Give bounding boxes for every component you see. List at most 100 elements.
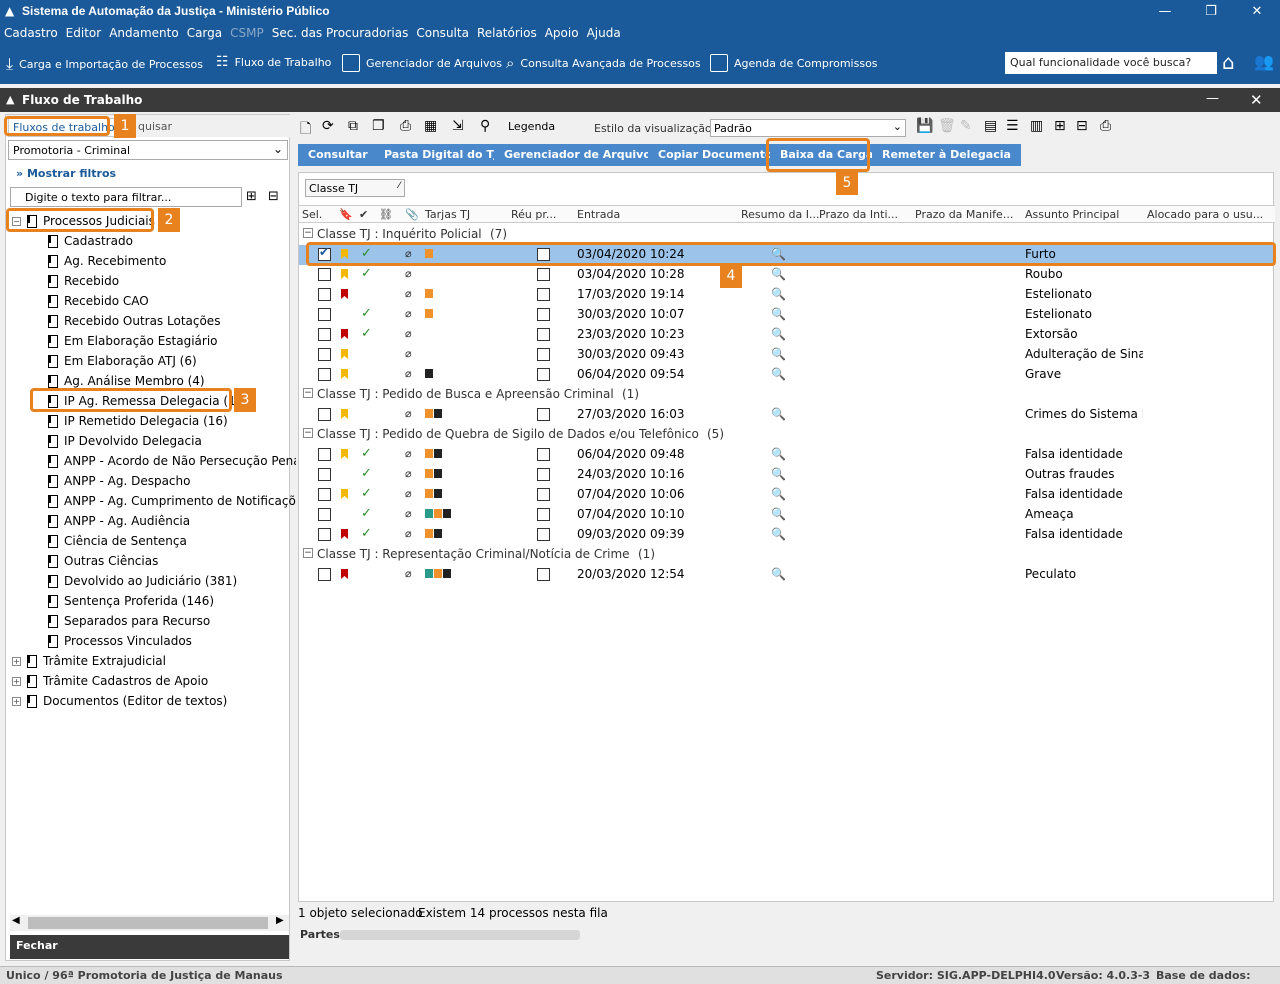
collapse-group-icon[interactable]: − — [303, 388, 313, 398]
tab-pesquisar[interactable]: quisar — [134, 118, 176, 135]
tree-root-item[interactable]: + Trâmite Extrajudicial — [12, 651, 166, 671]
fechar-button[interactable]: Fechar — [10, 935, 289, 959]
magnifier-icon[interactable]: 🔍 — [771, 287, 786, 301]
attachment-icon[interactable]: ⌀ — [405, 407, 412, 420]
columns-icon[interactable]: ▥ — [1030, 118, 1043, 134]
scroll-left-icon[interactable]: ◀ — [12, 915, 20, 926]
tree-item[interactable]: Recebido — [48, 271, 119, 291]
col-reu-preso[interactable]: Réu pr... — [511, 208, 556, 221]
users-icon[interactable]: 👥 — [1254, 52, 1274, 71]
table-row[interactable]: ⌀ 17/03/2020 19:14 🔍 Estelionato — [299, 285, 1275, 305]
bookmark-icon[interactable]: 🔖 — [339, 208, 353, 221]
tree-item[interactable]: IP Remetido Delegacia (16) — [48, 411, 228, 431]
magnifier-icon[interactable]: 🔍 — [771, 307, 786, 321]
tree-item[interactable]: Outras Ciências — [48, 551, 158, 571]
mostrar-filtros-link[interactable]: » Mostrar filtros — [16, 167, 116, 180]
tree-root-item[interactable]: + Documentos (Editor de textos) — [12, 691, 227, 711]
row-select-checkbox[interactable] — [318, 488, 331, 501]
lotacao-select[interactable]: Promotoria - Criminal ⌄ — [8, 140, 288, 160]
table-row[interactable]: ✓ ⌀ 07/04/2020 10:06 🔍 Falsa identidade — [299, 485, 1275, 505]
magnifier-icon[interactable]: 🔍 — [771, 267, 786, 281]
group-row[interactable]: − Classe TJ : Pedido de Busca e Apreensã… — [299, 385, 1275, 405]
tree-icon[interactable]: ⊞ — [1054, 118, 1066, 134]
copiar-documento-button[interactable]: Copiar Documento — [648, 144, 783, 166]
carga-importacao-button[interactable]: ⤓ Carga e Importação de Processos — [6, 54, 203, 74]
tree-item[interactable]: ANPP - Ag. Cumprimento de Notificações — [48, 491, 309, 511]
table-row[interactable]: ✓ ⌀ 24/03/2020 10:16 🔍 Outras fraudes — [299, 465, 1275, 485]
tree-item[interactable]: ANPP - Ag. Audiência — [48, 511, 190, 531]
menu-carga[interactable]: Carga — [183, 24, 226, 42]
tree-item[interactable]: Recebido Outras Lotações — [48, 311, 220, 331]
expand-node-icon[interactable]: + — [12, 676, 21, 686]
gerenciador-arquivos-grid-button[interactable]: Gerenciador de Arquivos — [494, 144, 668, 166]
collapse-group-icon[interactable]: − — [303, 228, 313, 238]
tree-item[interactable]: Ciência de Sentença — [48, 531, 187, 551]
reu-preso-checkbox[interactable] — [537, 408, 550, 421]
restore-icon[interactable]: ❐ — [1196, 2, 1226, 22]
legend-icon[interactable]: ⚲ — [480, 118, 490, 134]
magnifier-icon[interactable]: 🔍 — [771, 567, 786, 581]
attachment-icon[interactable]: ⌀ — [405, 487, 412, 500]
magnifier-icon[interactable]: 🔍 — [771, 467, 786, 481]
remeter-delegacia-button[interactable]: Remeter à Delegacia — [872, 144, 1021, 166]
consultar-button[interactable]: Consultar — [298, 144, 378, 166]
col-prazo-intimacao[interactable]: Prazo da Inti... — [819, 208, 898, 221]
reu-preso-checkbox[interactable] — [537, 528, 550, 541]
attachment-icon[interactable]: ⌀ — [405, 287, 412, 300]
tree-item[interactable]: Separados para Recurso — [48, 611, 210, 631]
tree-filter-input[interactable]: Digite o texto para filtrar... — [10, 187, 242, 207]
flow-icon[interactable]: ⛓ — [379, 208, 393, 221]
fluxo-trabalho-button[interactable]: ☷ Fluxo de Trabalho — [216, 54, 331, 70]
menu-sec-procuradorias[interactable]: Sec. das Procuradorias — [268, 24, 413, 42]
refresh-icon[interactable]: ⟳ — [322, 118, 334, 134]
menu-consulta[interactable]: Consulta — [412, 24, 473, 42]
legenda-label[interactable]: Legenda — [508, 120, 555, 133]
reu-preso-checkbox[interactable] — [537, 568, 550, 581]
row-select-checkbox[interactable] — [318, 468, 331, 481]
row-select-checkbox[interactable] — [318, 368, 331, 381]
magnifier-icon[interactable]: 🔍 — [771, 507, 786, 521]
tree-item[interactable]: Ag. Recebimento — [48, 251, 166, 271]
magnifier-icon[interactable]: 🔍 — [771, 527, 786, 541]
home-icon[interactable]: ⌂ — [1222, 50, 1235, 74]
grid-icon[interactable]: ▦ — [424, 118, 437, 134]
magnifier-icon[interactable]: 🔍 — [771, 327, 786, 341]
menu-apoio[interactable]: Apoio — [541, 24, 583, 42]
magnifier-icon[interactable]: 🔍 — [771, 487, 786, 501]
check-icon[interactable]: ✔ — [359, 208, 368, 221]
group-row[interactable]: − Classe TJ : Representação Criminal/Not… — [299, 545, 1275, 565]
tree-item[interactable]: ANPP - Ag. Despacho — [48, 471, 190, 491]
row-select-checkbox[interactable] — [318, 268, 331, 281]
tree-item[interactable]: Cadastrado — [48, 231, 133, 251]
new-doc-icon[interactable]: 🗋 — [300, 118, 311, 142]
table-row[interactable]: ✓ ⌀ 30/03/2020 10:07 🔍 Estelionato — [299, 305, 1275, 325]
col-assunto[interactable]: Assunto Principal — [1025, 208, 1119, 221]
tree-item[interactable]: Em Elaboração ATJ (6) — [48, 351, 197, 371]
tree-item[interactable]: Sentença Proferida (146) — [48, 591, 214, 611]
col-tarjas[interactable]: Tarjas TJ — [425, 208, 470, 221]
collapse-group-icon[interactable]: − — [303, 428, 313, 438]
collapse-icon[interactable]: ⊟ — [1076, 118, 1088, 134]
row-select-checkbox[interactable] — [318, 328, 331, 341]
tree-horizontal-scrollbar[interactable]: ◀ ▶ — [10, 915, 289, 931]
collapse-group-icon[interactable]: − — [303, 548, 313, 558]
tree-item[interactable]: Recebido CAO — [48, 291, 149, 311]
magnifier-icon[interactable]: 🔍 — [771, 367, 786, 381]
collapse-tree-icon[interactable]: ⊟ — [268, 189, 279, 204]
magnifier-icon[interactable]: 🔍 — [771, 347, 786, 361]
tree-root-item[interactable]: + Trâmite Cadastros de Apoio — [12, 671, 208, 691]
tree-item[interactable]: ANPP - Acordo de Não Persecução Penal — [48, 451, 304, 471]
reu-preso-checkbox[interactable] — [537, 468, 550, 481]
attachment-icon[interactable]: ⌀ — [405, 367, 412, 380]
table-row[interactable]: ⌀ 20/03/2020 12:54 🔍 Peculato — [299, 565, 1275, 585]
row-select-checkbox[interactable] — [318, 568, 331, 581]
table-row[interactable]: ⌀ 27/03/2020 16:03 🔍 Crimes do Sistema N — [299, 405, 1275, 425]
agenda-compromissos-button[interactable]: Agenda de Compromissos — [710, 54, 878, 72]
minimize-icon[interactable]: — — [1150, 2, 1180, 22]
save-icon[interactable]: 💾 — [916, 118, 933, 134]
row-select-checkbox[interactable] — [318, 348, 331, 361]
magnifier-icon[interactable]: 🔍 — [771, 447, 786, 461]
col-resumo[interactable]: Resumo da I... — [741, 208, 820, 221]
expand-node-icon[interactable]: + — [12, 656, 21, 666]
minimize-icon[interactable]: — — [1206, 91, 1219, 106]
